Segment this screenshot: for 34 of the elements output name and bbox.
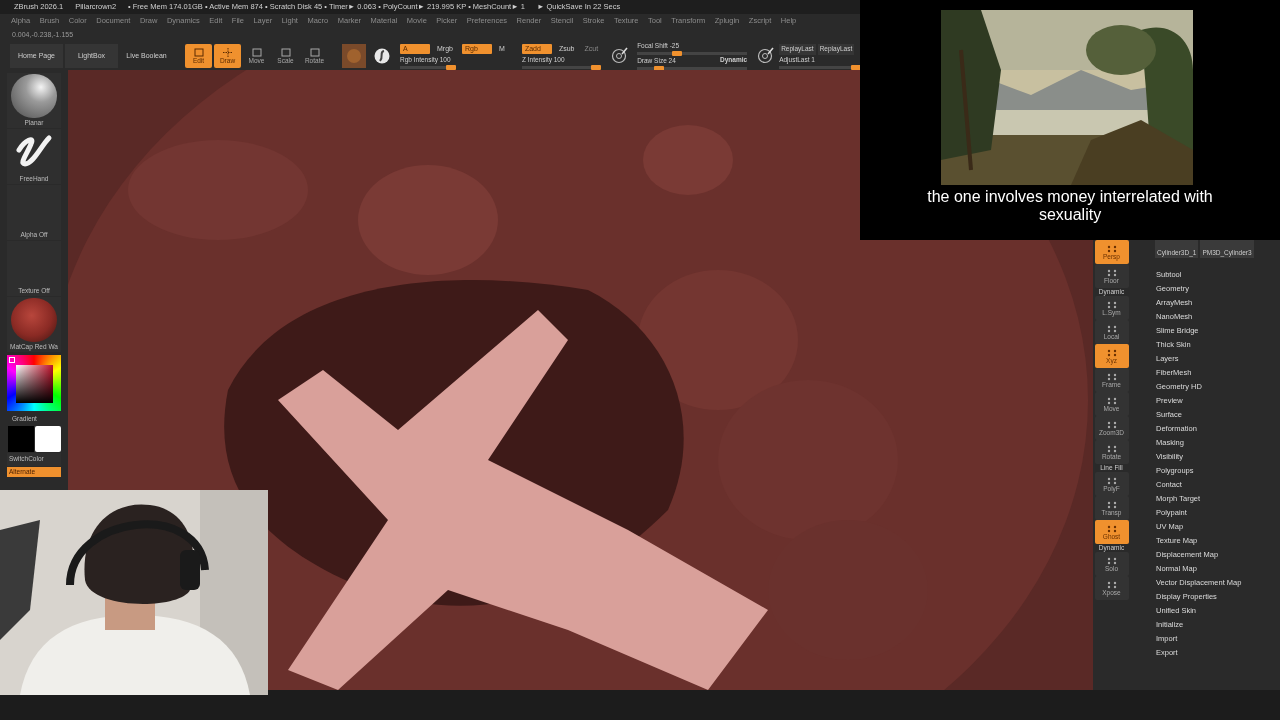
slider-track[interactable] — [521, 65, 602, 69]
slider-thumb[interactable] — [591, 64, 602, 70]
dots-icon — [1106, 444, 1117, 453]
slider-track[interactable] — [637, 66, 748, 70]
dots-icon — [1106, 476, 1117, 485]
slider-thumb[interactable] — [851, 64, 862, 70]
brush-target-icon — [611, 47, 630, 65]
crosshair-icon — [222, 48, 233, 57]
dots-icon — [1106, 268, 1117, 277]
dots-icon — [1106, 420, 1117, 429]
secondary-color-swatch[interactable] — [34, 425, 61, 452]
dots-icon — [1106, 300, 1117, 309]
dots-icon — [1106, 524, 1117, 533]
dots-icon — [1106, 324, 1117, 333]
dots-icon — [1106, 348, 1117, 357]
slider-thumb[interactable] — [654, 65, 665, 71]
dots-icon — [1106, 580, 1117, 589]
slider-thumb[interactable] — [445, 64, 456, 70]
dots-icon — [1106, 500, 1117, 509]
brush-target-icon — [757, 47, 776, 65]
stroke-sphere-icon — [374, 48, 390, 64]
dots-icon — [1106, 556, 1117, 565]
frame-icon — [251, 48, 262, 57]
primary-color-swatch[interactable] — [7, 425, 34, 452]
frame-icon — [193, 48, 204, 57]
material-swatch[interactable] — [342, 44, 366, 68]
dots-icon — [1106, 372, 1117, 381]
slider-thumb[interactable] — [672, 51, 683, 57]
frame-icon — [280, 48, 291, 57]
color-picker[interactable] — [7, 355, 61, 411]
slider-track[interactable] — [400, 65, 456, 69]
dots-icon — [1106, 244, 1117, 253]
dots-icon — [1106, 396, 1117, 405]
frame-icon — [309, 48, 320, 57]
